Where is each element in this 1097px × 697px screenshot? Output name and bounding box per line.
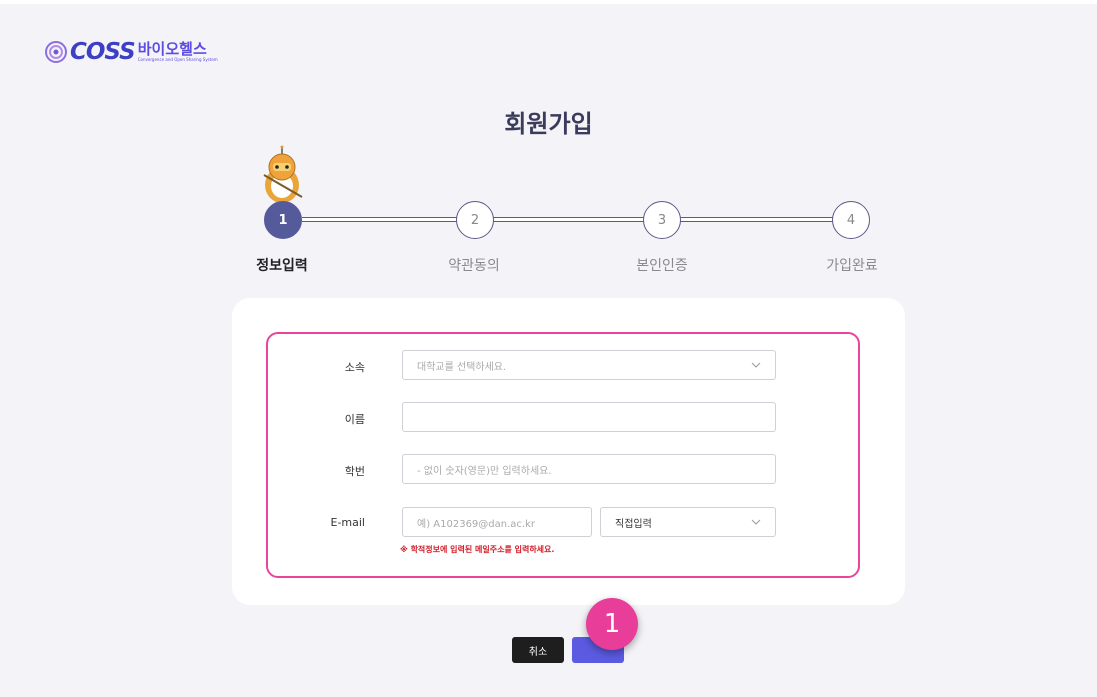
step-3-label: 본인인증 xyxy=(636,258,688,274)
step-4-circle: 4 xyxy=(832,201,870,239)
email-input[interactable]: 예) A102369@dan.ac.kr xyxy=(402,507,592,537)
email-domain-value: 직접입력 xyxy=(615,518,652,530)
step-connector xyxy=(492,217,646,222)
student-id-label: 학번 xyxy=(344,465,365,478)
mascot-icon xyxy=(263,145,303,203)
email-label: E-mail xyxy=(330,516,366,529)
step-4-label: 가입완료 xyxy=(826,258,878,274)
email-placeholder: 예) A102369@dan.ac.kr xyxy=(417,518,535,530)
step-2-circle: 2 xyxy=(456,201,494,239)
step-connector xyxy=(680,217,834,222)
affiliation-label: 소속 xyxy=(344,361,365,374)
step-2-label: 약관동의 xyxy=(448,258,500,274)
email-notice: ※ 학적정보에 입력된 메일주소를 입력하세요. xyxy=(400,545,555,554)
annotation-badge: 1 xyxy=(586,598,638,650)
email-domain-select[interactable]: 직접입력 xyxy=(600,507,776,537)
cancel-button[interactable]: 취소 xyxy=(512,637,564,663)
student-id-placeholder: - 없이 숫자(영문)만 입력하세요. xyxy=(417,465,552,477)
signup-stepper: 1 2 3 4 정보입력 약관동의 본인인증 가입완료 xyxy=(0,0,1097,300)
step-1-circle: 1 xyxy=(264,201,302,239)
name-label: 이름 xyxy=(344,413,365,426)
affiliation-placeholder: 대학교를 선택하세요. xyxy=(417,361,507,373)
chevron-down-icon xyxy=(751,362,761,368)
step-3-circle: 3 xyxy=(643,201,681,239)
name-input[interactable] xyxy=(402,402,776,432)
step-connector xyxy=(302,217,458,222)
student-id-input[interactable]: - 없이 숫자(영문)만 입력하세요. xyxy=(402,454,776,484)
chevron-down-icon xyxy=(751,519,761,525)
step-1-label: 정보입력 xyxy=(256,258,308,274)
affiliation-select[interactable]: 대학교를 선택하세요. xyxy=(402,350,776,380)
